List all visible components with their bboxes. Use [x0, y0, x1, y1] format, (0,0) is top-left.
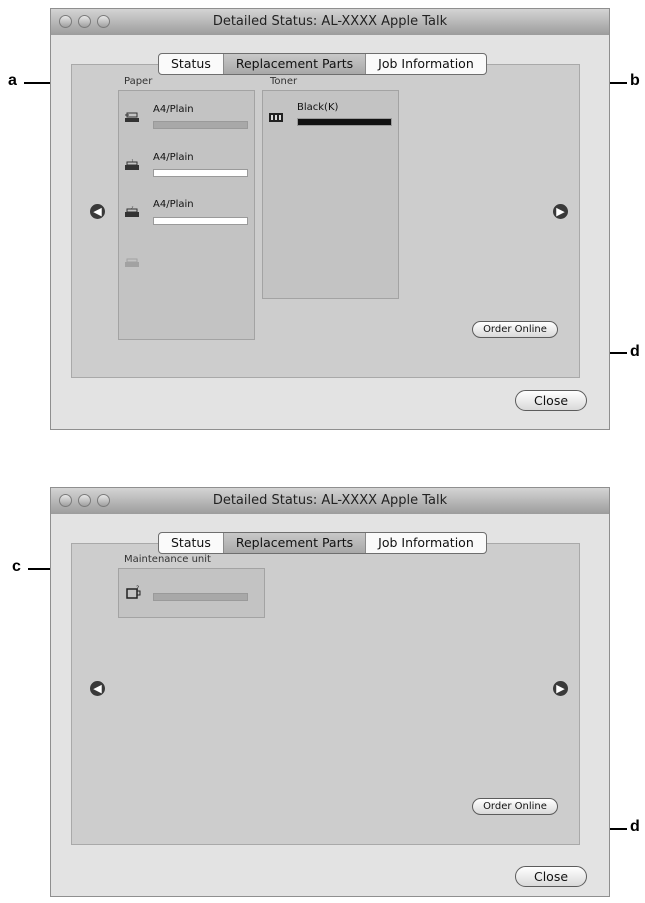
toner-level-fill	[298, 119, 391, 125]
status-window-paper-toner: Detailed Status: AL-XXXX Apple Talk Stat…	[50, 8, 610, 430]
title-bar: Detailed Status: AL-XXXX Apple Talk	[51, 488, 609, 515]
callout-d-top: d	[630, 343, 640, 360]
paper-level-bar	[153, 121, 248, 129]
next-arrow-button[interactable]: ▶	[553, 204, 568, 219]
previous-arrow-button[interactable]: ◀	[90, 681, 105, 696]
toner-cartridge-icon	[268, 111, 284, 123]
tray-2-icon: 2	[124, 206, 140, 218]
callout-a: a	[8, 72, 17, 89]
replacement-parts-panel: Maintenance unit ? ◀ ▶ Order Online	[71, 543, 580, 845]
window-content: Status Replacement Parts Job Information…	[51, 35, 609, 429]
status-window-maintenance: Detailed Status: AL-XXXX Apple Talk Stat…	[50, 487, 610, 897]
maintenance-group: ?	[118, 568, 265, 618]
callout-c: c	[12, 558, 21, 575]
mp-tray-icon	[124, 111, 140, 123]
maintenance-level-bar	[153, 593, 248, 601]
toner-group: Black(K)	[262, 90, 399, 299]
svg-text:?: ?	[136, 585, 139, 592]
paper-level-fill	[154, 122, 247, 128]
close-button[interactable]: Close	[515, 866, 587, 887]
replacement-parts-panel: Paper Toner A4/Plain 1 A4/Plain 2 A4/Pla…	[71, 64, 580, 378]
window-content: Status Replacement Parts Job Information…	[51, 514, 609, 896]
title-bar: Detailed Status: AL-XXXX Apple Talk	[51, 9, 609, 36]
paper-item-label: A4/Plain	[153, 152, 194, 163]
toner-item-label: Black(K)	[297, 102, 339, 113]
tray-1-icon: 1	[124, 159, 140, 171]
paper-label: Paper	[124, 76, 153, 87]
tab-status[interactable]: Status	[159, 533, 224, 553]
order-online-button[interactable]: Order Online	[472, 798, 558, 815]
close-button[interactable]: Close	[515, 390, 587, 411]
maintenance-unit-icon: ?	[126, 585, 142, 599]
maintenance-unit-label: Maintenance unit	[124, 554, 211, 565]
paper-group: A4/Plain 1 A4/Plain 2 A4/Plain	[118, 90, 255, 340]
paper-item-label: A4/Plain	[153, 104, 194, 115]
tab-bar: Status Replacement Parts Job Information	[158, 532, 487, 554]
window-title: Detailed Status: AL-XXXX Apple Talk	[212, 493, 448, 508]
next-arrow-button[interactable]: ▶	[553, 681, 568, 696]
callout-d-bottom: d	[630, 818, 640, 835]
maintenance-level-fill	[154, 594, 247, 600]
previous-arrow-button[interactable]: ◀	[90, 204, 105, 219]
tab-bar: Status Replacement Parts Job Information	[158, 53, 487, 75]
callout-b: b	[630, 72, 640, 89]
paper-level-bar	[153, 217, 248, 225]
order-online-button[interactable]: Order Online	[472, 321, 558, 338]
tab-job-information[interactable]: Job Information	[366, 54, 486, 74]
paper-item-label: A4/Plain	[153, 199, 194, 210]
toner-level-bar	[297, 118, 392, 126]
tray-3-icon	[124, 256, 140, 268]
window-title: Detailed Status: AL-XXXX Apple Talk	[212, 14, 448, 29]
toner-label: Toner	[270, 76, 298, 87]
tab-status[interactable]: Status	[159, 54, 224, 74]
paper-level-bar	[153, 169, 248, 177]
tab-job-information[interactable]: Job Information	[366, 533, 486, 553]
tab-replacement-parts[interactable]: Replacement Parts	[223, 533, 367, 553]
tab-replacement-parts[interactable]: Replacement Parts	[223, 54, 367, 74]
